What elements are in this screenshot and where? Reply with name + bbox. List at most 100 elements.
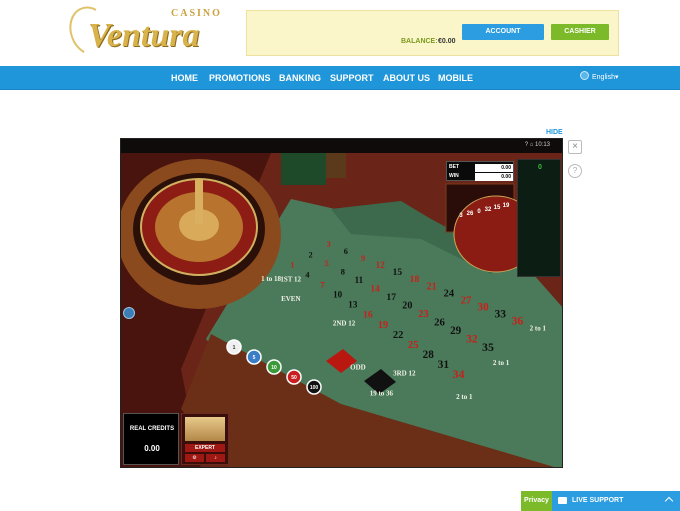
outside-bet-label[interactable]: 2 to 1 (456, 393, 473, 401)
logo-ventura-text: Ventura (88, 17, 200, 54)
win-row: WIN 0.00 (449, 173, 513, 181)
hide-game-link[interactable]: HIDE (546, 129, 563, 136)
number-cell-10[interactable]: 10 (333, 290, 343, 300)
bet-win-panel: BET 0.00 WIN 0.00 (446, 161, 514, 181)
outside-bet-label[interactable]: 3RD 12 (393, 369, 416, 377)
nav-item-support[interactable]: SUPPORT (330, 66, 374, 90)
nav-item-about-us[interactable]: ABOUT US (383, 66, 430, 90)
chevron-up-icon (664, 496, 674, 506)
mini-wheel-number: 3 (459, 213, 463, 219)
history-panel: 0 (517, 159, 561, 277)
number-cell-1[interactable]: 1 (290, 260, 294, 269)
game-topbar-status: ? ⌂ 10:13 (524, 142, 550, 148)
balance-label: BALANCE: (401, 38, 438, 45)
mini-wheel-number: 32 (485, 207, 492, 213)
credits-label: REAL CREDITS (129, 426, 175, 432)
number-cell-18[interactable]: 18 (410, 274, 420, 285)
number-cell-7[interactable]: 7 (320, 280, 325, 290)
number-cell-20[interactable]: 20 (402, 301, 412, 312)
mini-wheel-number: 19 (503, 203, 510, 209)
number-cell-26[interactable]: 26 (434, 317, 445, 329)
game-topbar: ? ⌂ 10:13 (121, 139, 562, 153)
credits-panel: REAL CREDITS 0.00 (123, 413, 179, 465)
bet-label: BET (449, 164, 459, 170)
number-cell-30[interactable]: 30 (478, 301, 490, 313)
number-cell-29[interactable]: 29 (450, 325, 462, 337)
number-cell-16[interactable]: 16 (363, 310, 373, 321)
nav-item-banking[interactable]: BANKING (279, 66, 321, 90)
privacy-button[interactable]: Privacy (521, 491, 552, 511)
balance-value: €0.00 (438, 38, 456, 45)
number-cell-23[interactable]: 23 (418, 309, 428, 320)
number-cell-27[interactable]: 27 (461, 294, 472, 306)
number-cell-11[interactable]: 11 (355, 275, 364, 285)
language-selector[interactable]: English▾ (580, 66, 618, 90)
number-cell-34[interactable]: 34 (453, 367, 465, 381)
help-icon[interactable]: ? (568, 164, 582, 178)
number-cell-36[interactable]: 36 (512, 313, 524, 327)
outside-bet-label[interactable]: 1ST 12 (280, 276, 301, 284)
globe-icon (580, 71, 589, 80)
number-cell-19[interactable]: 19 (378, 320, 388, 331)
account-button[interactable]: ACCOUNT (462, 24, 544, 40)
play-icon[interactable] (123, 307, 135, 319)
chip-label-1: 1 (233, 345, 236, 351)
number-cell-6[interactable]: 6 (344, 247, 348, 256)
casino-ventura-logo[interactable]: CASINO Ventura (62, 0, 222, 62)
number-cell-35[interactable]: 35 (482, 340, 494, 354)
live-support-label: LIVE SUPPORT (572, 497, 624, 504)
number-cell-21[interactable]: 21 (427, 281, 437, 292)
outside-bet-label[interactable]: ODD (350, 363, 366, 371)
chip-label-5: 5 (253, 355, 256, 361)
number-cell-15[interactable]: 15 (393, 268, 403, 278)
chip-label-10: 10 (271, 365, 277, 371)
mini-wheel-number: 26 (467, 211, 474, 217)
expert-mode-button[interactable]: EXPERT (185, 444, 225, 452)
history-last-number: 0 (538, 164, 542, 171)
mini-wheel-number: 15 (494, 205, 501, 211)
settings-icon[interactable]: ⚙ (185, 454, 204, 462)
nav-item-home[interactable]: HOME (171, 66, 198, 90)
outside-bet-label[interactable]: 1 to 18 (261, 275, 281, 283)
language-label: English (592, 74, 615, 81)
number-cell-28[interactable]: 28 (423, 349, 435, 361)
live-support-button[interactable]: LIVE SUPPORT (552, 491, 680, 511)
outside-bet-label[interactable]: 2 to 1 (530, 325, 547, 333)
roulette-game-frame[interactable]: 3 6 9 12 15 18 21 24 27 30 33 36 2 5 8 11 14 17 20 23 26 29 32… (120, 138, 563, 468)
number-cell-13[interactable]: 13 (348, 301, 358, 311)
number-cell-5[interactable]: 5 (325, 259, 329, 268)
number-cell-4[interactable]: 4 (305, 270, 310, 279)
credits-value: 0.00 (144, 444, 160, 453)
bet-value: 0.00 (475, 164, 513, 172)
outside-bet-label[interactable]: EVEN (281, 295, 300, 303)
number-cell-2[interactable]: 2 (309, 250, 313, 259)
number-cell-24[interactable]: 24 (444, 288, 455, 299)
close-game-icon[interactable]: × (568, 140, 582, 154)
bet-row: BET 0.00 (449, 164, 513, 172)
number-cell-9[interactable]: 9 (361, 253, 366, 263)
number-cell-3[interactable]: 3 (327, 240, 331, 249)
account-panel: BALANCE: €0.00 ACCOUNT CASHIER (246, 10, 619, 56)
number-cell-32[interactable]: 32 (466, 334, 478, 346)
mode-preview (185, 417, 225, 441)
number-cell-31[interactable]: 31 (438, 359, 450, 371)
number-cell-22[interactable]: 22 (393, 330, 403, 341)
nav-item-promotions[interactable]: PROMOTIONS (209, 66, 271, 90)
caret-down-icon: ▾ (614, 74, 619, 81)
number-cell-33[interactable]: 33 (495, 308, 507, 320)
sound-icon[interactable]: ♪ (206, 454, 225, 462)
number-cell-8[interactable]: 8 (341, 266, 346, 276)
number-cell-17[interactable]: 17 (386, 292, 396, 303)
chip-label-100: 100 (310, 385, 319, 391)
mode-panel: EXPERT ⚙ ♪ (181, 413, 229, 465)
nav-item-mobile[interactable]: MOBILE (438, 66, 473, 90)
cashier-button[interactable]: CASHIER (551, 24, 609, 40)
outside-bet-label[interactable]: 19 to 36 (370, 389, 394, 397)
number-cell-12[interactable]: 12 (376, 260, 386, 270)
chip-label-50: 50 (291, 375, 297, 381)
outside-bet-label[interactable]: 2ND 12 (333, 320, 356, 328)
outside-bet-label[interactable]: 2 to 1 (493, 359, 510, 367)
main-nav: HOME PROMOTIONS BANKING SUPPORT ABOUT US… (0, 66, 680, 90)
number-cell-25[interactable]: 25 (408, 339, 419, 351)
number-cell-14[interactable]: 14 (370, 284, 380, 294)
